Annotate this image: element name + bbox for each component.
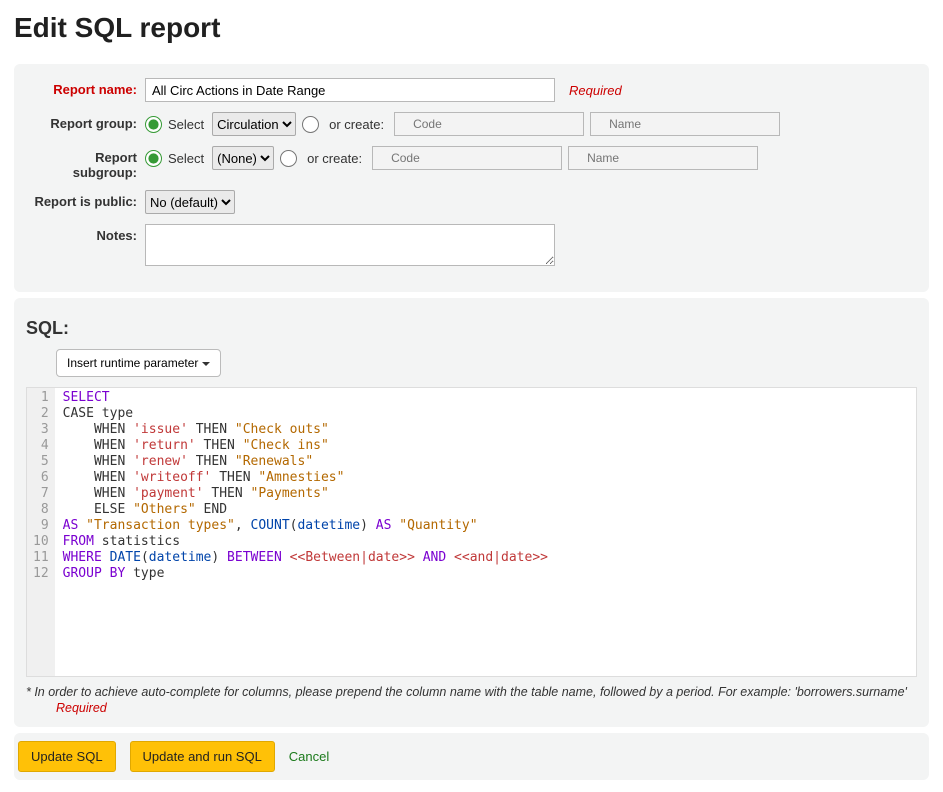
cancel-link[interactable]: Cancel bbox=[289, 749, 329, 764]
notes-textarea[interactable] bbox=[145, 224, 555, 266]
report-group-label: Report group: bbox=[30, 112, 145, 131]
report-public-label: Report is public: bbox=[30, 190, 145, 209]
subgroup-code-input[interactable] bbox=[372, 146, 562, 170]
page-title: Edit SQL report bbox=[14, 12, 929, 44]
group-code-input[interactable] bbox=[394, 112, 584, 136]
subgroup-orcreate-label: or create: bbox=[307, 151, 362, 166]
sql-section: SQL: Insert runtime parameter 1 2 3 4 5 … bbox=[14, 298, 929, 727]
group-select-dropdown[interactable]: Circulation bbox=[212, 112, 296, 136]
insert-runtime-param-button[interactable]: Insert runtime parameter bbox=[56, 349, 221, 377]
autocomplete-hint: * In order to achieve auto-complete for … bbox=[26, 685, 917, 699]
update-and-run-sql-button[interactable]: Update and run SQL bbox=[130, 741, 275, 772]
report-public-dropdown[interactable]: No (default) bbox=[145, 190, 235, 214]
action-bar: Update SQL Update and run SQL Cancel bbox=[14, 733, 929, 780]
subgroup-select-dropdown[interactable]: (None) bbox=[212, 146, 274, 170]
group-select-label: Select bbox=[168, 117, 204, 132]
group-create-radio[interactable] bbox=[302, 116, 319, 133]
subgroup-name-input[interactable] bbox=[568, 146, 758, 170]
report-name-input[interactable] bbox=[145, 78, 555, 102]
editor-code[interactable]: SELECTCASE type WHEN 'issue' THEN "Check… bbox=[55, 388, 916, 676]
editor-gutter: 1 2 3 4 5 6 7 8 9 10 11 12 bbox=[27, 388, 55, 676]
report-subgroup-label: Report subgroup: bbox=[30, 146, 145, 180]
sql-editor[interactable]: 1 2 3 4 5 6 7 8 9 10 11 12 SELECTCASE ty… bbox=[26, 387, 917, 677]
group-select-radio[interactable] bbox=[145, 116, 162, 133]
required-tag: Required bbox=[569, 83, 622, 98]
subgroup-create-radio[interactable] bbox=[280, 150, 297, 167]
sql-heading: SQL: bbox=[26, 318, 917, 339]
group-name-input[interactable] bbox=[590, 112, 780, 136]
chevron-down-icon bbox=[202, 362, 210, 366]
sql-required-tag: Required bbox=[56, 701, 917, 715]
report-name-label: Report name: bbox=[30, 78, 145, 97]
subgroup-select-label: Select bbox=[168, 151, 204, 166]
notes-label: Notes: bbox=[30, 224, 145, 243]
report-form: Report name: Required Report group: Sele… bbox=[14, 64, 929, 292]
group-orcreate-label: or create: bbox=[329, 117, 384, 132]
subgroup-select-radio[interactable] bbox=[145, 150, 162, 167]
update-sql-button[interactable]: Update SQL bbox=[18, 741, 116, 772]
